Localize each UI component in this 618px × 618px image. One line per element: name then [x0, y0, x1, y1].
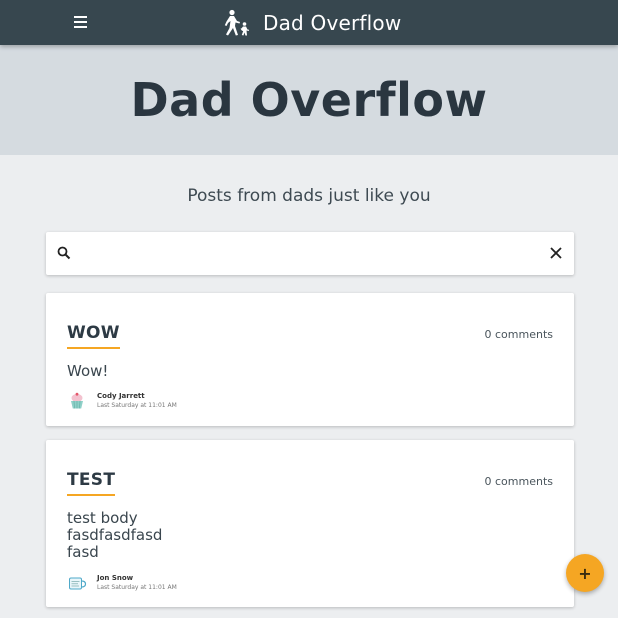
post-timestamp: Last Saturday at 11:01 AM: [97, 584, 177, 591]
post-timestamp: Last Saturday at 11:01 AM: [97, 402, 177, 409]
post-body: Wow!: [67, 362, 109, 380]
author-name: Jon Snow: [97, 574, 134, 582]
add-post-button[interactable]: +: [566, 554, 604, 592]
post-card[interactable]: TEST 0 comments test body fasdfasdfasd f…: [46, 440, 574, 607]
close-icon[interactable]: [549, 246, 563, 260]
hamburger-menu-icon[interactable]: [70, 11, 92, 33]
cupcake-avatar-icon: [71, 392, 83, 409]
app-title: Dad Overflow: [263, 11, 402, 35]
mug-avatar-icon: [69, 577, 87, 590]
search-input[interactable]: [82, 240, 532, 267]
post-title[interactable]: TEST: [67, 470, 116, 496]
post-title[interactable]: WOW: [67, 323, 120, 349]
search-icon: [57, 246, 71, 260]
post-body: test body fasdfasdfasd fasd: [67, 509, 163, 561]
add-icon: +: [578, 563, 592, 583]
page-title: Dad Overflow: [130, 73, 488, 127]
app-bar: Dad Overflow: [0, 0, 618, 45]
hero-banner: Dad Overflow: [0, 45, 618, 155]
search-bar: [46, 232, 574, 275]
comments-count[interactable]: 0 comments: [485, 328, 554, 341]
page-subtitle: Posts from dads just like you: [187, 186, 431, 206]
comments-count[interactable]: 0 comments: [485, 475, 554, 488]
post-author: Cody Jarrett Last Saturday at 11:01 AM: [67, 391, 177, 411]
post-author: Jon Snow Last Saturday at 11:01 AM: [67, 573, 177, 593]
post-card[interactable]: WOW 0 comments Wow! Cody Jarrett Last Sa…: [46, 293, 574, 426]
dad-walking-with-child-icon: [224, 9, 249, 36]
brand[interactable]: Dad Overflow: [223, 7, 401, 39]
author-name: Cody Jarrett: [97, 392, 145, 400]
